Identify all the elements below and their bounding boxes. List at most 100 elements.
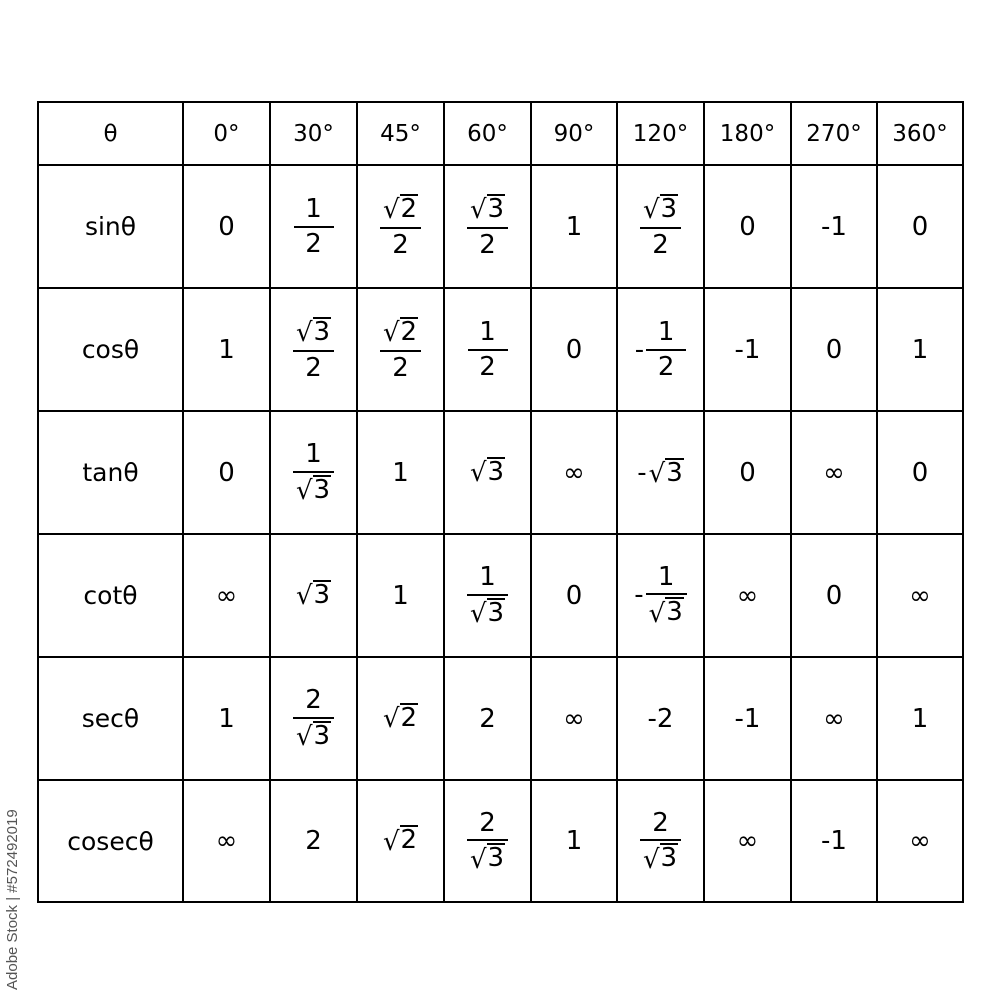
value-cell: √ 2 xyxy=(356,779,445,903)
angle-header-cell: 120° xyxy=(616,101,705,166)
fraction: √ 2 2 xyxy=(379,193,422,260)
cell-value: 1 xyxy=(565,211,583,242)
value-cell: -12 xyxy=(616,287,705,412)
cell-value: 0 xyxy=(911,457,929,488)
value-cell: ∞ xyxy=(703,779,792,903)
numerator-value: √ 3 xyxy=(642,193,679,226)
fraction: √ 3 2 xyxy=(292,316,335,382)
angle-header-cell: 60° xyxy=(443,101,532,166)
radical-sign-icon: √ xyxy=(382,318,400,349)
denominator: 2 xyxy=(649,231,672,260)
radical-sign-icon: √ xyxy=(642,844,660,875)
cell-value: √ 2 xyxy=(383,702,419,732)
fraction: 12 xyxy=(467,317,508,382)
fraction-value: 12 xyxy=(293,195,334,258)
fraction-bar xyxy=(466,839,509,842)
numerator: √ 2 xyxy=(380,316,421,349)
radicand: 3 xyxy=(312,579,332,610)
cell-value: 0 xyxy=(218,457,235,488)
numerator: 2 xyxy=(476,809,499,838)
cell-value: √ 2 xyxy=(382,825,419,857)
denominator-value: √ 3 xyxy=(470,843,506,873)
value-cell: 1 xyxy=(530,164,618,289)
denominator-value: √ 3 xyxy=(295,474,332,507)
function-row: cotθ ∞ √ 3 1 1 √ 3 0-1 √ 3 ∞ 0 ∞ xyxy=(37,533,964,658)
fraction: 2 √ 3 xyxy=(639,809,682,875)
fraction: 1 √ 3 xyxy=(466,562,509,628)
numerator: 1 xyxy=(655,563,678,592)
denominator-value: 2 xyxy=(392,352,409,383)
fraction-bar xyxy=(379,226,422,229)
angle-header-cell: 90° xyxy=(530,101,618,166)
numerator-value: 1 xyxy=(479,562,496,593)
numerator-value: 2 xyxy=(305,685,322,716)
cell-value: 0 xyxy=(739,211,756,242)
fraction: 2 √ 3 xyxy=(292,685,335,751)
radical-sign-icon: √ xyxy=(382,826,400,857)
value-cell: 12 xyxy=(443,287,532,412)
fraction-bar xyxy=(466,226,509,229)
numerator-value: 1 xyxy=(479,317,496,348)
value-cell: 0 xyxy=(182,164,271,289)
square-root: √ 3 xyxy=(296,720,332,750)
fraction-value: √ 3 2 xyxy=(639,193,682,260)
value-cell: 0 xyxy=(876,164,964,289)
angle-header-cell: 270° xyxy=(790,101,878,166)
radicand: 3 xyxy=(312,474,332,505)
radicand: 3 xyxy=(486,193,506,224)
cell-value: ∞ xyxy=(215,580,238,611)
fraction: √ 3 2 xyxy=(466,193,509,259)
fraction-value: 2 √ 3 xyxy=(639,809,682,875)
fraction-bar xyxy=(292,349,335,352)
numerator-value: √ 3 xyxy=(296,316,332,346)
cell-value: 0 xyxy=(218,211,235,242)
numerator-value: √ 2 xyxy=(382,316,419,349)
square-root: √ 3 xyxy=(470,597,506,627)
denominator: 2 xyxy=(476,353,499,382)
value-cell: 1 √ 3 xyxy=(443,533,532,658)
fraction-bar xyxy=(292,716,335,719)
value-cell: -1 xyxy=(790,164,878,289)
radical-sign-icon: √ xyxy=(642,195,660,226)
numerator: √ 3 xyxy=(640,193,681,226)
radicand: 2 xyxy=(399,316,419,347)
radicand: 3 xyxy=(659,843,679,874)
radical-sign-icon: √ xyxy=(295,476,313,507)
value-cell: 1 xyxy=(530,779,618,903)
function-row: tanθ 0 1 √ 3 1 √ 3 ∞ - √ 3 0 ∞ 0 xyxy=(37,410,964,535)
cell-value: ∞ xyxy=(563,457,585,488)
value-cell: 1 xyxy=(182,287,271,412)
cell-value: 1 xyxy=(218,703,235,734)
cell-value: 1 xyxy=(218,334,235,365)
numerator: √ 3 xyxy=(467,193,508,225)
denominator-value: 2 xyxy=(392,229,409,260)
cell-value: 0 xyxy=(565,580,583,611)
value-cell: -1 √ 3 xyxy=(616,533,705,658)
angle-header-cell: 180° xyxy=(703,101,792,166)
cell-value: ∞ xyxy=(215,826,238,856)
value-cell: √ 3 2 xyxy=(269,287,358,412)
function-row: cosecθ ∞ 2 √ 2 2 √ 3 1 2 √ 3 ∞ -1 ∞ xyxy=(37,779,964,903)
fraction-value: 12 xyxy=(467,317,508,382)
numerator-value: √ 2 xyxy=(383,193,419,223)
value-cell: 12 xyxy=(269,164,358,289)
fraction-bar xyxy=(293,226,334,228)
fraction-bar xyxy=(292,470,335,473)
numerator: 1 xyxy=(302,440,325,469)
cell-value: ∞ xyxy=(909,580,931,611)
fraction: √ 2 2 xyxy=(379,316,422,383)
value-cell: -1 xyxy=(703,656,792,781)
function-label-cell: tanθ xyxy=(37,410,184,535)
value-cell: 0 xyxy=(530,533,618,658)
value-cell: √ 2 xyxy=(356,656,445,781)
cell-value: -1 xyxy=(821,826,847,856)
value-cell: ∞ xyxy=(182,779,271,903)
fraction-value: 1 √ 3 xyxy=(292,440,335,507)
minus-sign: - xyxy=(634,580,644,611)
denominator: 2 xyxy=(389,231,412,260)
square-root: √ 3 xyxy=(470,843,506,873)
fraction: 2 √ 3 xyxy=(466,809,509,874)
value-cell: 0 xyxy=(703,164,792,289)
value-cell: √ 3 xyxy=(443,410,532,535)
angle-header-cell: 0° xyxy=(182,101,271,166)
